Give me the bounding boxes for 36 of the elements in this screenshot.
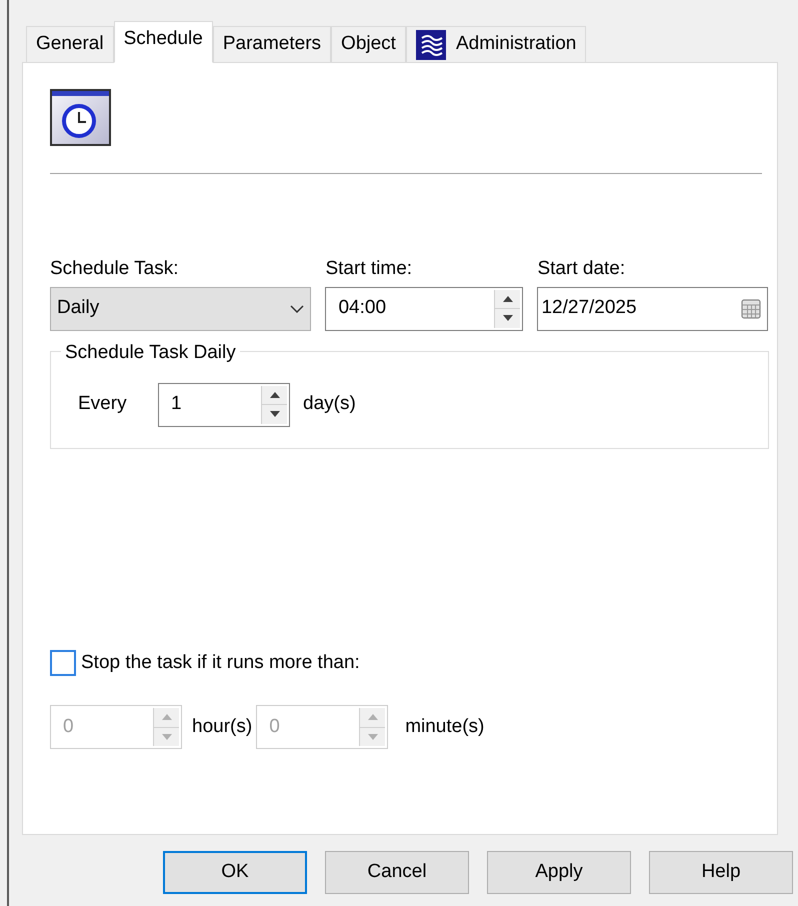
spin-field[interactable]: 1 xyxy=(158,382,290,426)
spin-field[interactable]: 04:00 xyxy=(325,286,524,330)
unit-label: minute(s) xyxy=(405,714,484,739)
spin-buttons[interactable] xyxy=(261,386,287,424)
down-arrow-icon xyxy=(368,734,378,740)
tab[interactable]: Parameters xyxy=(212,26,332,62)
tab[interactable]: Object xyxy=(331,26,406,62)
up-arrow-icon xyxy=(270,392,280,398)
up-arrow-icon xyxy=(162,714,172,720)
dialog-button[interactable]: OK xyxy=(163,851,307,894)
checkbox-label: Stop the task if it runs more than: xyxy=(81,650,360,674)
field-label: Start date: xyxy=(537,257,626,281)
waves-icon xyxy=(416,30,446,60)
down-arrow-icon xyxy=(270,411,280,418)
unit-label: day(s) xyxy=(303,392,356,416)
every-label: Every xyxy=(78,392,128,416)
tab[interactable]: General xyxy=(26,26,114,62)
tab[interactable]: Schedule xyxy=(114,21,213,63)
dialog-button[interactable]: Help xyxy=(649,851,793,894)
calendar-icon xyxy=(741,298,761,318)
up-arrow-icon xyxy=(368,714,378,720)
clock-window-icon xyxy=(50,89,112,147)
schedule-dropdown[interactable]: Daily xyxy=(50,286,312,330)
checkbox[interactable] xyxy=(50,650,76,676)
down-arrow-icon xyxy=(502,315,513,322)
unit-label: hour(s) xyxy=(192,714,252,739)
spin-buttons[interactable] xyxy=(494,290,520,328)
date-field[interactable]: 12/27/2025 xyxy=(537,286,768,330)
tab[interactable]: Administration xyxy=(406,26,586,62)
up-arrow-icon xyxy=(502,296,513,302)
dialog-button[interactable]: Cancel xyxy=(325,851,469,894)
down-arrow-icon xyxy=(162,734,172,740)
chevron-down-icon xyxy=(290,304,304,312)
dialog-button[interactable]: Apply xyxy=(487,851,631,894)
field-label: Schedule Task: xyxy=(50,257,180,281)
field-label: Start time: xyxy=(325,257,414,281)
